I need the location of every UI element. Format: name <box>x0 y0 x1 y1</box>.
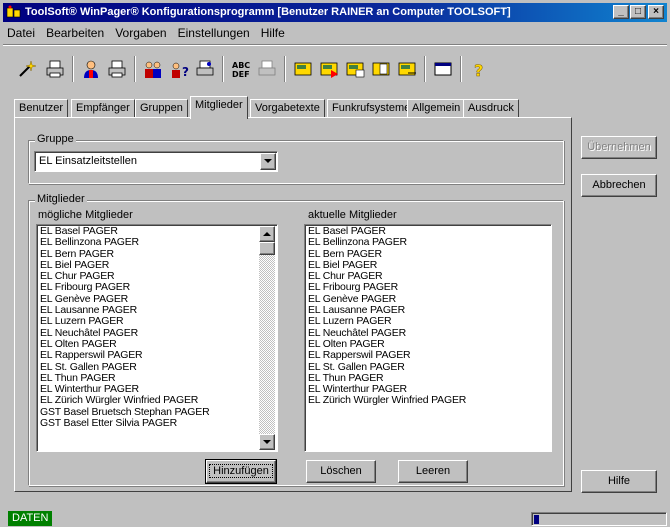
window-icon[interactable] <box>430 56 456 82</box>
current-member-item[interactable]: EL Rapperswil PAGER <box>308 350 466 361</box>
tab-empfaenger[interactable]: Empfänger <box>71 99 135 118</box>
scroll-down-button[interactable] <box>259 434 275 450</box>
possible-members-scrollbar[interactable] <box>259 226 275 450</box>
progress-fill <box>534 515 539 524</box>
apply-button-label: Übernehmen <box>587 141 651 153</box>
delete-button[interactable]: Löschen <box>306 460 376 483</box>
maximize-button[interactable]: □ <box>630 5 646 19</box>
print-icon[interactable] <box>42 56 68 82</box>
toolbar-divider <box>134 56 136 82</box>
tab-allgemein[interactable]: Allgemein <box>407 99 466 118</box>
clear-button-label: Leeren <box>415 465 451 477</box>
toolbar-divider <box>72 56 74 82</box>
menu-bar: Datei Bearbeiten Vorgaben Einstellungen … <box>3 23 667 43</box>
help-icon[interactable]: ? <box>466 56 492 82</box>
possible-member-item[interactable]: GST Basel Etter Silvia PAGER <box>40 417 209 429</box>
cancel-button[interactable]: Abbrechen <box>581 174 657 197</box>
menu-vorgaben[interactable]: Vorgaben <box>111 23 170 43</box>
menu-bearbeiten[interactable]: Bearbeiten <box>42 23 108 43</box>
help-button[interactable]: Hilfe <box>581 470 657 493</box>
user-icon[interactable] <box>78 56 104 82</box>
chevron-down-icon[interactable] <box>260 153 276 170</box>
menu-hilfe[interactable]: Hilfe <box>257 23 289 43</box>
menu-einstellungen[interactable]: Einstellungen <box>174 23 254 43</box>
minimize-button[interactable]: _ <box>613 5 629 19</box>
status-mode-badge: DATEN <box>8 511 53 526</box>
current-members-list[interactable]: EL Basel PAGER EL Bellinzona PAGER EL Bern… <box>304 224 552 452</box>
tab-vorgabetexte[interactable]: Vorgabetexte <box>250 99 325 118</box>
toolbar-divider <box>222 56 224 82</box>
tab-funkrufsysteme[interactable]: Funkrufsysteme <box>327 99 416 118</box>
possible-member-item[interactable]: EL Rapperswil PAGER <box>40 350 209 361</box>
apply-button[interactable]: Übernehmen <box>581 136 657 159</box>
add-button[interactable]: Hinzufügen <box>205 459 277 484</box>
pager-send-icon[interactable] <box>342 56 368 82</box>
app-icon <box>6 5 22 19</box>
pager-red-icon[interactable] <box>316 56 342 82</box>
tab-benutzer[interactable]: Benutzer <box>14 99 69 118</box>
clear-button[interactable]: Leeren <box>398 460 468 483</box>
possible-member-item[interactable]: EL Bellinzona PAGER <box>40 237 209 248</box>
close-button[interactable]: × <box>648 5 664 19</box>
svg-text:?: ? <box>474 61 483 80</box>
scroll-up-button[interactable] <box>259 226 275 242</box>
gruppe-label: Gruppe <box>35 133 76 145</box>
possible-member-item[interactable]: EL Luzern PAGER <box>40 316 209 327</box>
app-window: ToolSoft® WinPager® Konfigurationsprogra… <box>0 0 670 527</box>
window-title: ToolSoft® WinPager® Konfigurationsprogra… <box>25 6 511 18</box>
tab-strip: Benutzer Empfänger Gruppen Mitglieder Vo… <box>14 96 654 119</box>
pager-open-icon[interactable] <box>368 56 394 82</box>
toolbar-separator <box>3 44 667 46</box>
wand-icon[interactable] <box>14 56 40 82</box>
toolbar: ? ABC DEF ? <box>8 52 658 84</box>
toolbar-divider <box>284 56 286 82</box>
svg-text:?: ? <box>182 65 189 79</box>
gruppe-dropdown[interactable]: EL Einsatzleitstellen <box>34 151 278 172</box>
pager-icon[interactable] <box>290 56 316 82</box>
current-members-label: aktuelle Mitglieder <box>308 209 397 221</box>
tab-gruppen[interactable]: Gruppen <box>135 99 188 118</box>
abc-def-icon[interactable]: ABC DEF <box>228 56 254 82</box>
user-question-icon[interactable]: ? <box>166 56 192 82</box>
status-bar: DATEN <box>3 511 667 527</box>
possible-members-list[interactable]: EL Basel PAGER EL Bellinzona PAGER EL Bern… <box>36 224 278 452</box>
toolbar-divider <box>460 56 462 82</box>
possible-members-label: mögliche Mitglieder <box>38 209 133 221</box>
current-member-item[interactable]: EL Luzern PAGER <box>308 316 466 327</box>
tab-ausdruck[interactable]: Ausdruck <box>463 99 519 118</box>
scroll-thumb[interactable] <box>259 242 275 255</box>
mitglieder-label: Mitglieder <box>35 193 87 205</box>
gruppe-selected-value: EL Einsatzleitstellen <box>39 155 138 167</box>
add-button-label: Hinzufügen <box>209 464 273 478</box>
cancel-button-label: Abbrechen <box>592 179 646 191</box>
print-text-icon[interactable] <box>254 56 280 82</box>
status-progress-bar <box>531 512 667 526</box>
print-users-icon[interactable] <box>192 56 218 82</box>
tab-mitglieder[interactable]: Mitglieder <box>190 96 248 119</box>
current-member-item[interactable]: EL Zürich Würgler Winfried PAGER <box>308 395 466 406</box>
menu-datei[interactable]: Datei <box>3 23 39 43</box>
svg-text:DEF: DEF <box>232 70 250 79</box>
delete-button-label: Löschen <box>320 465 362 477</box>
current-member-item[interactable]: EL Bellinzona PAGER <box>308 237 466 248</box>
toolbar-divider <box>424 56 426 82</box>
help-button-label: Hilfe <box>607 475 630 487</box>
pager-list-icon[interactable] <box>394 56 420 82</box>
users-icon[interactable] <box>140 56 166 82</box>
print-user-icon[interactable] <box>104 56 130 82</box>
title-bar[interactable]: ToolSoft® WinPager® Konfigurationsprogra… <box>3 3 667 22</box>
possible-members-rows: EL Basel PAGER EL Bellinzona PAGER EL Bern… <box>40 225 210 429</box>
current-members-rows: EL Basel PAGER EL Bellinzona PAGER EL Bern… <box>308 225 466 407</box>
svg-text:ABC: ABC <box>232 61 250 70</box>
